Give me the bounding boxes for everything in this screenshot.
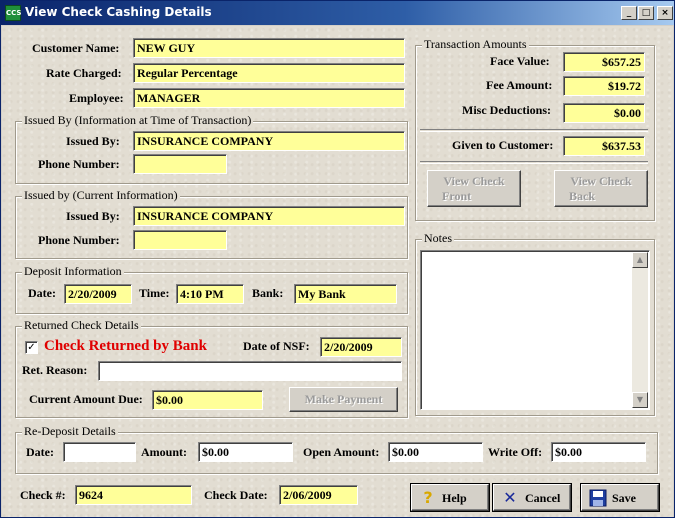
window: CCS View Check Cashing Details _ □ × Cus…: [0, 0, 675, 518]
rate-charged-label: Rate Charged:: [46, 66, 122, 80]
floppy-disk-icon: [589, 489, 607, 507]
deposit-time-label: Time:: [139, 286, 170, 300]
nsf-date-field[interactable]: 2/20/2009: [320, 337, 402, 357]
notes-textarea[interactable]: ▲ ▼: [420, 250, 650, 410]
phone-current-label: Phone Number:: [38, 233, 120, 247]
issued-by-original-field[interactable]: INSURANCE COMPANY: [133, 131, 405, 151]
redeposit-date-label: Date:: [26, 445, 54, 459]
check-date-label: Check Date:: [204, 488, 268, 502]
redeposit-date-field[interactable]: [63, 442, 136, 462]
phone-current-field[interactable]: [133, 230, 227, 250]
scroll-down-icon[interactable]: ▼: [632, 392, 648, 408]
make-payment-button[interactable]: Make Payment: [289, 387, 398, 412]
title-bar[interactable]: CCS View Check Cashing Details _ □ ×: [1, 1, 674, 25]
misc-deductions-label: Misc Deductions:: [462, 103, 551, 117]
close-button[interactable]: ×: [657, 6, 673, 20]
form-body: Customer Name: NEW GUY Rate Charged: Reg…: [2, 26, 673, 517]
check-number-field[interactable]: 9624: [75, 485, 192, 505]
save-label: Save: [612, 491, 636, 505]
amount-due-field[interactable]: $0.00: [152, 390, 263, 410]
deposit-bank-label: Bank:: [252, 286, 284, 300]
notes-scrollbar[interactable]: ▲ ▼: [632, 252, 648, 408]
app-icon: CCS: [5, 5, 21, 21]
deposit-date-label: Date:: [28, 286, 56, 300]
view-check-front-button[interactable]: View Check Front: [427, 170, 521, 207]
issued-by-current-label: Issued By:: [66, 209, 120, 223]
check-date-field[interactable]: 2/06/2009: [279, 485, 358, 505]
help-button[interactable]: ? Help: [411, 484, 489, 511]
customer-name-field[interactable]: NEW GUY: [133, 38, 405, 58]
write-off-field[interactable]: $0.00: [551, 442, 646, 462]
issued-by-original-label: Issued By:: [66, 134, 120, 148]
employee-field[interactable]: MANAGER: [133, 88, 405, 108]
amount-due-label: Current Amount Due:: [29, 392, 143, 406]
fee-amount-label: Fee Amount:: [486, 78, 553, 92]
open-amount-label: Open Amount:: [303, 445, 380, 459]
buttons-divider: [420, 161, 648, 164]
transaction-amounts-title: Transaction Amounts: [422, 37, 529, 52]
returned-by-bank-checkbox[interactable]: ✓: [25, 341, 38, 354]
save-button[interactable]: Save: [581, 484, 659, 511]
issued-by-current-field[interactable]: INSURANCE COMPANY: [133, 206, 405, 226]
question-mark-icon: ?: [423, 488, 433, 507]
totals-divider: [420, 129, 648, 132]
issued-by-original-title: Issued By (Information at Time of Transa…: [22, 113, 254, 128]
phone-original-field[interactable]: [133, 154, 227, 174]
phone-original-label: Phone Number:: [38, 157, 120, 171]
nsf-date-label: Date of NSF:: [243, 339, 310, 353]
minimize-button[interactable]: _: [621, 6, 637, 20]
employee-label: Employee:: [69, 91, 124, 105]
issued-by-current-title: Issued by (Current Information): [22, 188, 180, 203]
cancel-label: Cancel: [525, 491, 561, 505]
write-off-label: Write Off:: [488, 445, 543, 459]
x-icon: ✕: [503, 488, 517, 507]
face-value-label: Face Value:: [490, 54, 550, 68]
check-number-label: Check #:: [20, 488, 66, 502]
view-check-front-line2: Front: [442, 189, 472, 203]
fee-amount-field[interactable]: $19.72: [563, 76, 645, 96]
window-title: View Check Cashing Details: [25, 5, 212, 19]
customer-name-label: Customer Name:: [32, 41, 120, 55]
redeposit-amount-field[interactable]: $0.00: [198, 442, 293, 462]
return-reason-label: Ret. Reason:: [22, 363, 88, 377]
deposit-info-title: Deposit Information: [22, 264, 124, 279]
notes-text: [421, 251, 649, 255]
deposit-time-field[interactable]: 4:10 PM: [176, 284, 244, 304]
view-check-back-line1: View Check: [570, 174, 632, 188]
redeposit-amount-label: Amount:: [141, 445, 188, 459]
misc-deductions-field[interactable]: $0.00: [563, 103, 645, 123]
deposit-bank-field[interactable]: My Bank: [294, 284, 397, 304]
redeposit-title: Re-Deposit Details: [22, 424, 118, 439]
rate-charged-field[interactable]: Regular Percentage: [133, 63, 405, 83]
scroll-up-icon[interactable]: ▲: [632, 252, 648, 268]
cancel-button[interactable]: ✕ Cancel: [493, 484, 571, 511]
help-label: Help: [442, 491, 467, 505]
return-reason-field[interactable]: [98, 361, 402, 381]
open-amount-field[interactable]: $0.00: [388, 442, 483, 462]
deposit-date-field[interactable]: 2/20/2009: [64, 284, 132, 304]
view-check-front-line1: View Check: [443, 174, 505, 188]
maximize-button[interactable]: □: [638, 6, 654, 20]
view-check-back-line2: Back: [569, 189, 596, 203]
returned-check-title: Returned Check Details: [22, 318, 141, 333]
returned-by-bank-label[interactable]: Check Returned by Bank: [44, 338, 207, 355]
face-value-field[interactable]: $657.25: [563, 52, 645, 72]
given-to-customer-field[interactable]: $637.53: [563, 136, 645, 156]
notes-title: Notes: [422, 231, 454, 246]
given-to-customer-label: Given to Customer:: [452, 138, 554, 152]
view-check-back-button[interactable]: View Check Back: [554, 170, 648, 207]
